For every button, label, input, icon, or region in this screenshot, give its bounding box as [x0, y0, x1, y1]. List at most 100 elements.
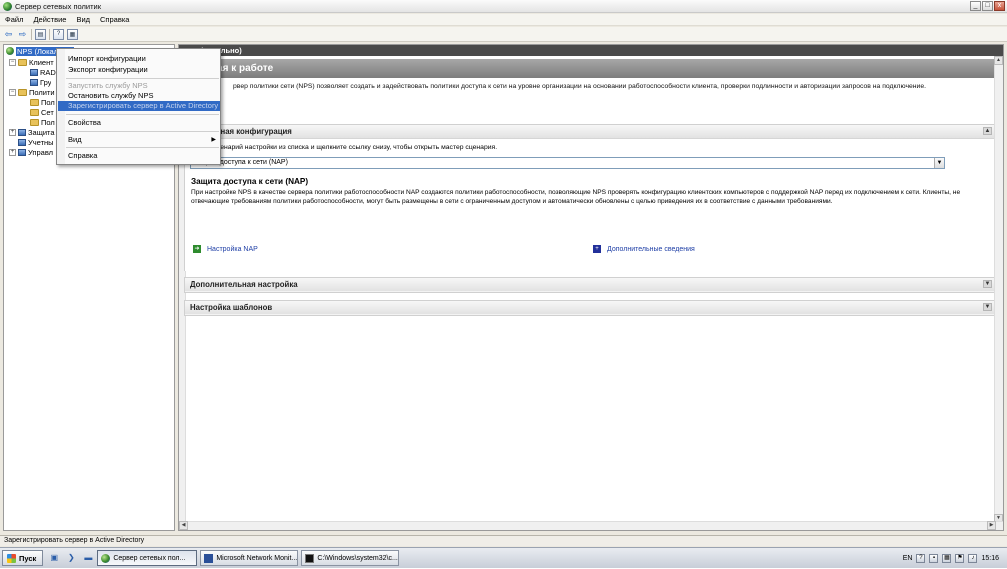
server-icon: [30, 68, 38, 76]
menu-bar: Файл Действие Вид Справка: [0, 14, 1007, 26]
menu-separator: [66, 147, 219, 148]
nps-globe-icon: [3, 1, 12, 11]
menu-item-view[interactable]: Вид ▶: [58, 135, 220, 145]
tree-item-templates[interactable]: + Управл: [9, 147, 53, 157]
tree-item-policy-1[interactable]: Пол: [30, 97, 55, 107]
folder-icon: [30, 118, 39, 126]
server-manager-icon[interactable]: ▣: [48, 552, 60, 564]
tree-item-accounting[interactable]: Учетны: [9, 137, 54, 147]
toolbar-separator: [49, 28, 50, 40]
collapse-icon[interactable]: −: [9, 58, 16, 66]
window-title: Сервер сетевых политик: [15, 1, 102, 11]
getting-started-banner: ная к работе: [179, 59, 1003, 78]
start-button[interactable]: Пуск: [2, 550, 44, 566]
vertical-scrollbar[interactable]: ▲ ▼: [994, 56, 1003, 523]
network-monitor-icon: [204, 553, 214, 563]
plus-icon: +: [593, 245, 601, 253]
arrow-right-icon: ➜: [193, 245, 201, 253]
nps-window: Сервер сетевых политик _ □ x Файл Действ…: [0, 0, 1007, 568]
folder-icon: [18, 88, 27, 96]
scroll-right-icon[interactable]: ▶: [987, 521, 996, 530]
expand-chevron-icon[interactable]: ▼: [983, 303, 992, 311]
menu-item-properties[interactable]: Свойства: [58, 118, 220, 128]
folder-icon: [18, 58, 27, 66]
menu-item-stop-nps[interactable]: Остановить службу NPS: [58, 91, 220, 101]
more-info-link[interactable]: + Дополнительные сведения: [593, 245, 695, 253]
folder-icon: [30, 108, 39, 116]
templates-config-section[interactable]: Настройка шаблонов ▼: [184, 300, 996, 316]
tray-icon[interactable]: ▪: [929, 554, 939, 563]
menu-item-import-config[interactable]: Импорт конфигурации: [58, 54, 220, 64]
nap-description: При настройке NPS в качестве сервера пол…: [191, 189, 961, 205]
expand-icon[interactable]: +: [9, 148, 16, 156]
menu-separator: [66, 114, 219, 115]
tree-item-nap[interactable]: + Защита: [9, 127, 55, 137]
tree-item-policies[interactable]: − Полити: [9, 87, 55, 97]
intro-text: рвер политики сети (NPS) позволяет созда…: [233, 83, 926, 90]
console-tree-icon[interactable]: ▤: [35, 28, 46, 40]
pane-header: NPS (Локально): [179, 45, 1003, 56]
taskbar-item-cmd[interactable]: C:\Windows\system32\c...: [301, 550, 400, 566]
menu-item-start-nps[interactable]: Запустить службу NPS: [58, 81, 220, 91]
windows-logo-icon: [7, 553, 16, 563]
explorer-icon[interactable]: ▬: [82, 552, 94, 564]
menu-file[interactable]: Файл: [0, 15, 28, 24]
nps-globe-icon: [101, 553, 111, 563]
close-button[interactable]: x: [994, 1, 1005, 11]
menu-item-register-ad[interactable]: Зарегистрировать сервер в Active Directo…: [58, 101, 220, 111]
nps-globe-icon: [6, 47, 14, 55]
scroll-left-icon[interactable]: ◀: [179, 521, 188, 530]
command-prompt-icon: [305, 553, 315, 563]
submenu-arrow-icon: ▶: [211, 137, 216, 143]
menu-help[interactable]: Справка: [95, 15, 134, 24]
standard-config-section: ртная конфигурация ▲ сценарий настройки …: [184, 124, 996, 271]
expand-icon[interactable]: +: [9, 128, 16, 136]
volume-icon[interactable]: ♪: [968, 554, 978, 563]
system-tray: EN ? ▪ ▦ ⚑ ♪ 15:16: [903, 548, 1007, 569]
menu-item-help[interactable]: Справка: [58, 151, 220, 161]
collapse-icon[interactable]: −: [9, 88, 16, 96]
tree-item-policy-3[interactable]: Пол: [30, 117, 55, 127]
scenario-instruction: сценарий настройки из списка и щелкните …: [213, 144, 498, 151]
advanced-config-header[interactable]: Дополнительная настройка ▼: [185, 278, 995, 291]
scroll-up-icon[interactable]: ▲: [994, 56, 1003, 65]
minimize-button[interactable]: _: [970, 1, 981, 11]
scenario-combobox[interactable]: Защита доступа к сети (NAP) ▼: [190, 157, 945, 169]
network-tray-icon[interactable]: ▦: [942, 554, 952, 563]
powershell-icon[interactable]: ❯: [65, 552, 77, 564]
maximize-button[interactable]: □: [982, 1, 993, 11]
taskbar-item-netmon[interactable]: Microsoft Network Monit...: [200, 550, 299, 566]
back-arrow-icon[interactable]: ⇦: [3, 29, 14, 40]
nap-title: Защита доступа к сети (NAP): [191, 177, 309, 186]
clock[interactable]: 15:16: [981, 555, 999, 562]
help-icon[interactable]: ?: [53, 28, 64, 40]
menu-view[interactable]: Вид: [71, 15, 95, 24]
tree-item-radius[interactable]: RAD: [30, 67, 56, 77]
horizontal-scrollbar[interactable]: ◀ ▶: [179, 521, 1003, 530]
menu-action[interactable]: Действие: [28, 15, 71, 24]
properties-icon[interactable]: ▦: [67, 28, 78, 40]
accounting-icon: [18, 138, 26, 146]
tree-item-clients[interactable]: − Клиент: [9, 57, 54, 67]
collapse-chevron-icon[interactable]: ▲: [983, 127, 992, 135]
menu-item-export-config[interactable]: Экспорт конфигурации: [58, 65, 220, 75]
standard-config-header[interactable]: ртная конфигурация ▲: [185, 125, 995, 138]
advanced-config-section[interactable]: Дополнительная настройка ▼: [184, 277, 996, 293]
tree-item-network-policies[interactable]: Сет: [30, 107, 54, 117]
folder-icon: [30, 98, 39, 106]
standard-config-body: сценарий настройки из списка и щелкните …: [185, 138, 995, 271]
chevron-down-icon[interactable]: ▼: [934, 158, 944, 168]
templates-config-header[interactable]: Настройка шаблонов ▼: [185, 301, 995, 314]
tree-item-groups[interactable]: Гру: [30, 77, 51, 87]
taskbar-item-nps[interactable]: Сервер сетевых пол...: [97, 550, 198, 566]
status-bar: Зарегистрировать сервер в Active Directo…: [0, 535, 1007, 546]
forward-arrow-icon[interactable]: ⇨: [17, 29, 28, 40]
configure-nap-link[interactable]: ➜ Настройка NAP: [193, 245, 258, 253]
help-tray-icon[interactable]: ?: [916, 554, 926, 563]
language-indicator[interactable]: EN: [903, 555, 913, 562]
templates-icon: [18, 148, 26, 156]
expand-chevron-icon[interactable]: ▼: [983, 280, 992, 288]
action-center-icon[interactable]: ⚑: [955, 554, 965, 563]
server-group-icon: [30, 78, 38, 86]
title-bar[interactable]: Сервер сетевых политик _ □ x: [0, 0, 1007, 13]
